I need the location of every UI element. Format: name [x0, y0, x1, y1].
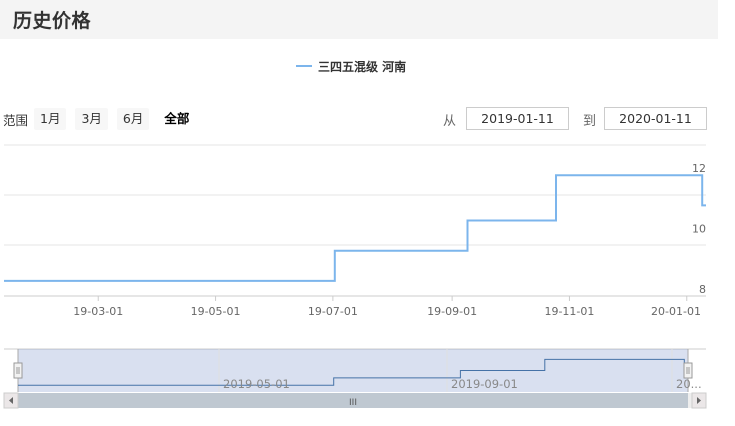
scrollbar[interactable]: III	[3, 392, 707, 409]
y-axis-tick-label: 8	[699, 283, 706, 296]
navigator-handle-left[interactable]	[13, 362, 23, 379]
plot-grid	[4, 144, 706, 297]
navigator-label: 2019-09-01	[451, 377, 518, 391]
x-axis-ticks: 19-03-01 19-05-01 19-07-01 19-09-01 19-11-01…	[73, 296, 701, 318]
x-axis-tick-label: 19-11-01	[544, 305, 594, 318]
series-line[interactable]	[4, 174, 706, 282]
navigator-label: 2019-05-01	[223, 377, 290, 391]
y-axis-ticks: 8 10 12	[692, 162, 706, 296]
price-chart: 19-03-01 19-05-01 19-07-01 19-09-01 19-11-01…	[3, 144, 707, 409]
x-axis-tick-label: 19-09-01	[427, 305, 477, 318]
navigator[interactable]: 2019-05-01 2019-09-01 20...	[4, 348, 706, 392]
navigator-label: 20...	[676, 377, 702, 391]
x-axis-tick-label: 19-05-01	[191, 305, 241, 318]
x-axis-tick-label: 20-01-01	[651, 305, 701, 318]
navigator-handle-right[interactable]	[683, 362, 693, 379]
x-axis-tick-label: 19-07-01	[308, 305, 358, 318]
y-axis-tick-label: 12	[692, 162, 706, 175]
y-axis-tick-label: 10	[692, 223, 706, 236]
x-axis-tick-label: 19-03-01	[73, 305, 123, 318]
scrollbar-grip-icon: III	[349, 398, 357, 408]
